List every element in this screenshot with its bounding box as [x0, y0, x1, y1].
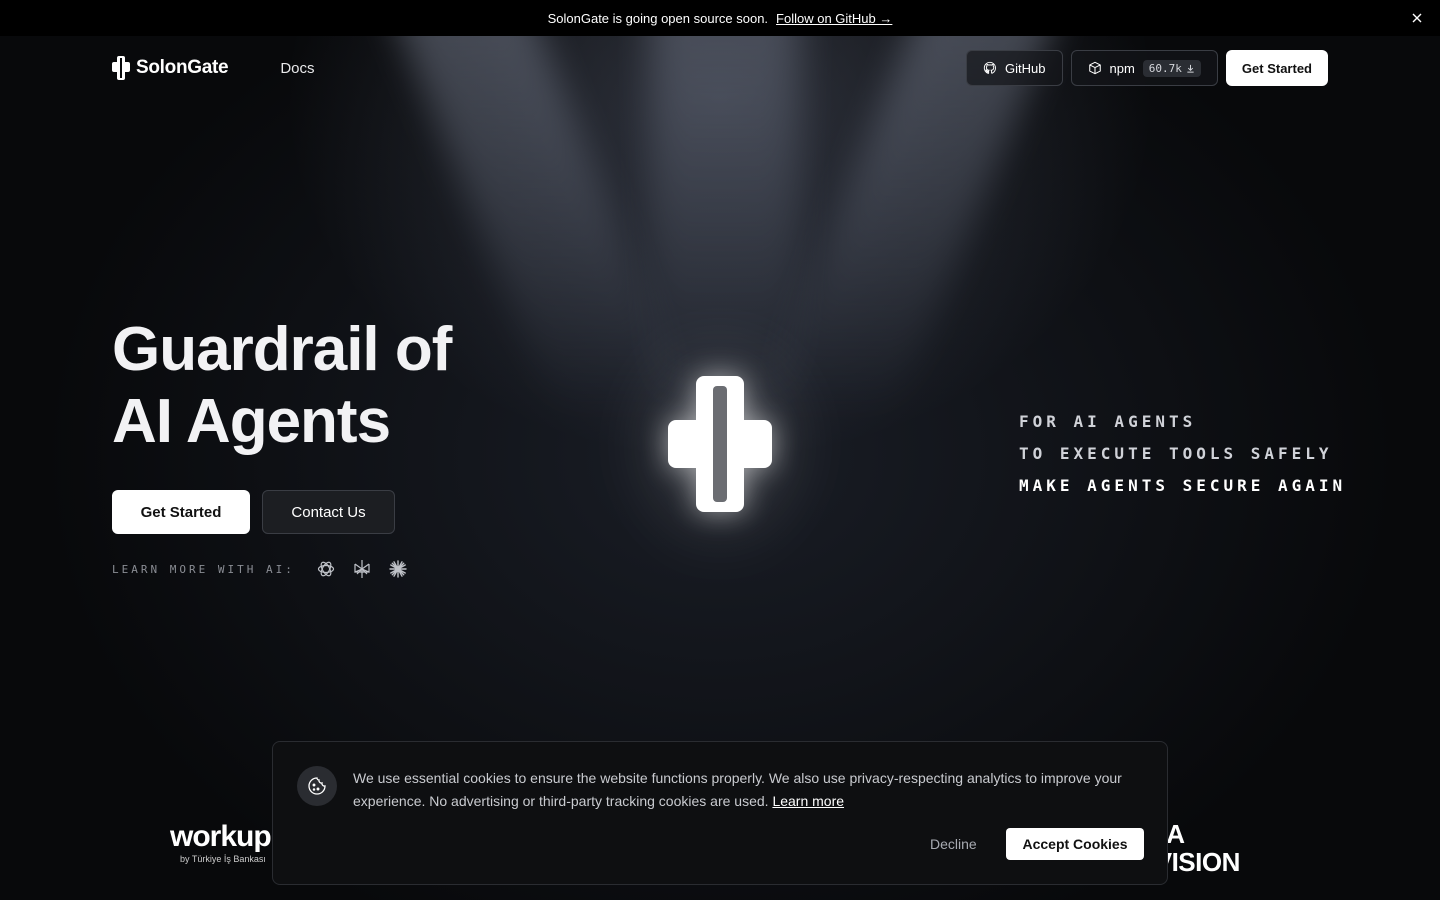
cookie-message-text: We use essential cookies to ensure the w… — [353, 770, 1122, 809]
learn-with-ai-row: LEARN MORE WITH AI: — [112, 558, 409, 580]
top-nav: SolonGate Docs GitHub npm 60.7k Get Star… — [112, 50, 1328, 86]
learn-with-ai-label: LEARN MORE WITH AI: — [112, 562, 295, 576]
package-icon — [1088, 61, 1101, 75]
solongate-logo-icon — [112, 56, 130, 80]
tagline-item: MAKE AGENTS SECURE AGAIN — [1019, 476, 1347, 495]
npm-button[interactable]: npm 60.7k — [1070, 50, 1218, 86]
github-button[interactable]: GitHub — [966, 50, 1063, 86]
cookie-banner: We use essential cookies to ensure the w… — [272, 741, 1168, 885]
workup-logo-name: workup — [170, 820, 272, 853]
github-label: GitHub — [1005, 60, 1046, 76]
accept-cookies-button[interactable]: Accept Cookies — [1006, 828, 1144, 860]
brand-name: SolonGate — [136, 57, 229, 78]
light-beam — [755, 36, 1065, 416]
hero-title-line: AI Agents — [112, 387, 391, 456]
npm-label: npm — [1109, 60, 1135, 76]
close-icon[interactable] — [1408, 9, 1426, 27]
hero-cta-row: Get Started Contact Us — [112, 490, 395, 534]
hero-get-started-button[interactable]: Get Started — [112, 490, 250, 534]
tagline-item: FOR AI AGENTS — [1019, 412, 1197, 431]
contact-us-button[interactable]: Contact Us — [262, 490, 395, 534]
openai-icon[interactable] — [315, 558, 337, 580]
nav-docs-link[interactable]: Docs — [280, 60, 314, 77]
announcement-text: SolonGate is going open source soon. — [547, 10, 769, 26]
workup-logo: workup by Türkiye İş Bankası — [170, 820, 272, 864]
perplexity-icon[interactable] — [351, 558, 373, 580]
cookie-message: We use essential cookies to ensure the w… — [353, 767, 1153, 813]
npm-download-count: 60.7k — [1148, 61, 1182, 75]
npm-download-badge: 60.7k — [1142, 59, 1201, 77]
follow-github-link[interactable]: Follow on GitHub → — [776, 11, 892, 26]
hero-stage: SolonGate Docs GitHub npm 60.7k Get Star… — [0, 36, 1440, 900]
hero-title: Guardrail of AI Agents — [112, 314, 452, 458]
claude-icon[interactable] — [387, 558, 409, 580]
cookie-icon — [297, 766, 337, 806]
cookie-learn-more-link[interactable]: Learn more — [772, 793, 844, 809]
hero-title-line: Guardrail of — [112, 315, 452, 384]
workup-logo-subtitle: by Türkiye İş Bankası — [180, 854, 266, 864]
brand-logo[interactable]: SolonGate — [112, 56, 229, 80]
tagline-item: TO EXECUTE TOOLS SAFELY — [1019, 444, 1333, 463]
decline-cookies-button[interactable]: Decline — [918, 828, 989, 860]
download-icon — [1187, 64, 1194, 73]
nav-actions: GitHub npm 60.7k Get Started — [966, 50, 1328, 86]
solongate-cross-emblem — [668, 376, 772, 512]
announcement-bar: SolonGate is going open source soon. Fol… — [0, 0, 1440, 36]
nav-get-started-button[interactable]: Get Started — [1225, 50, 1328, 86]
github-icon — [983, 61, 996, 74]
tagline-list: FOR AI AGENTS TO EXECUTE TOOLS SAFELY MA… — [1019, 406, 1346, 502]
